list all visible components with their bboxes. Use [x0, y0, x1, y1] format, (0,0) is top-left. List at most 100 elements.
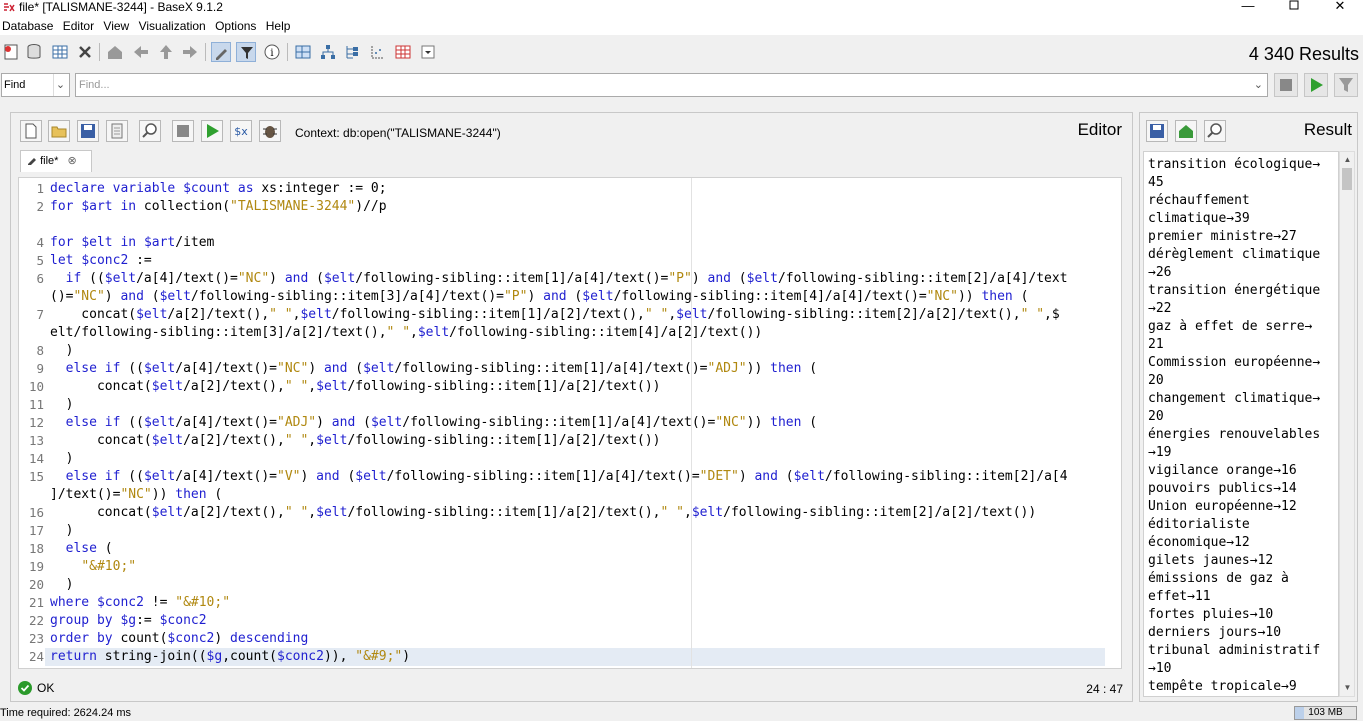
map-view-button[interactable]	[293, 42, 313, 62]
result-line: →26	[1148, 265, 1172, 280]
code-editor[interactable]: 1 2 4 5 6 7 8 9 10 11 12 13 14 15 16 17 18 19 20 21 22 23 24 d…	[18, 177, 1122, 669]
result-line: 20	[1148, 409, 1164, 424]
minimize-button[interactable]: —	[1225, 0, 1271, 17]
result-line: fortes pluies→10	[1148, 607, 1274, 622]
code-line: let $conc2 :=	[50, 253, 152, 268]
code-line: )	[50, 523, 74, 538]
svg-text:$x: $x	[234, 125, 248, 138]
menu-visualization[interactable]: Visualization	[139, 17, 206, 35]
open-file-button[interactable]	[48, 120, 70, 142]
home-result-button[interactable]	[1175, 120, 1197, 142]
code-line: where $conc2 != "&#10;"	[50, 595, 231, 610]
maximize-button[interactable]	[1271, 0, 1317, 17]
chevron-down-icon	[421, 45, 435, 59]
funnel-icon	[241, 47, 253, 59]
menu-editor[interactable]: Editor	[63, 17, 94, 35]
save-result-button[interactable]	[1146, 120, 1168, 142]
line-number: 8	[36, 343, 44, 358]
save-file-button[interactable]	[77, 120, 99, 142]
code-line: elt/following-sibling::item[3]/a[2]/text…	[50, 325, 763, 340]
result-line: 20	[1148, 373, 1164, 388]
variables-button[interactable]: $x	[230, 120, 252, 142]
search-icon	[142, 123, 157, 138]
result-text[interactable]: transition écologique→ 45 réchauffement cli…	[1143, 151, 1339, 697]
window-title: file* [TALISMANE-3244] - BaseX 9.1.2	[19, 0, 223, 14]
stop-icon	[1280, 79, 1292, 91]
code-line: if (($elt/a[4]/text()="NC") and ($elt/fo…	[65, 271, 1068, 286]
code-line: for $elt in $art/item	[50, 235, 215, 250]
line-number-gutter: 1 2 4 5 6 7 8 9 10 11 12 13 14 15 16 17 18 19 20 21 22 23 24	[19, 178, 45, 668]
line-number: 4	[36, 235, 44, 250]
time-required: Time required: 2624.24 ms	[0, 707, 132, 719]
new-file-button[interactable]	[20, 120, 42, 142]
code-line: group by $g:= $conc2	[50, 613, 207, 628]
format-button[interactable]	[106, 120, 128, 142]
open-database-button[interactable]	[24, 42, 44, 62]
scroll-up-icon[interactable]: ▲	[1341, 153, 1354, 167]
code-line: else if (($elt/a[4]/text()="V") and ($el…	[65, 469, 1068, 484]
views-dropdown-button[interactable]	[418, 42, 438, 62]
manage-button[interactable]	[50, 42, 70, 62]
context-label: Context: db:open("TALISMANE-3244")	[295, 126, 501, 140]
stop-icon	[177, 125, 189, 137]
code-line: )	[50, 451, 74, 466]
result-line: éditorialiste	[1148, 517, 1250, 532]
find-mode-select[interactable]: Find ⌄	[1, 73, 70, 97]
grid-icon	[52, 45, 68, 59]
close-tab-icon[interactable]: ⊗	[67, 155, 76, 167]
home-icon	[1179, 125, 1193, 138]
scrollbar-thumb[interactable]	[1342, 168, 1352, 190]
scroll-down-icon[interactable]: ▼	[1341, 681, 1354, 695]
forward-button[interactable]	[180, 42, 200, 62]
info-icon: i	[264, 44, 280, 60]
find-input[interactable]: Find... ⌄	[75, 73, 1268, 97]
result-line: gilets jaunes→12	[1148, 553, 1274, 568]
line-number: 11	[28, 397, 44, 412]
line-number: 13	[28, 433, 44, 448]
back-button[interactable]	[131, 42, 151, 62]
search-button[interactable]	[139, 120, 161, 142]
info-button[interactable]: i	[262, 42, 282, 62]
stop-button[interactable]	[1274, 73, 1298, 97]
search-result-button[interactable]	[1204, 120, 1226, 142]
home-button[interactable]	[105, 42, 125, 62]
new-file-icon	[25, 123, 37, 139]
memory-indicator[interactable]: 103 MB	[1294, 706, 1357, 720]
code-line: )	[50, 397, 74, 412]
tree-view-button[interactable]	[318, 42, 338, 62]
up-button[interactable]	[156, 42, 176, 62]
plot-view-button[interactable]	[368, 42, 388, 62]
folder-view-button[interactable]	[343, 42, 363, 62]
line-number	[20, 216, 44, 234]
chevron-down-icon[interactable]: ⌄	[1254, 74, 1263, 96]
result-line: énergies renouvelables	[1148, 427, 1321, 442]
new-database-button[interactable]	[1, 42, 21, 62]
tab-file-label: file*	[40, 155, 59, 167]
result-title: Result	[1303, 120, 1352, 139]
result-scrollbar[interactable]: ▲ ▼	[1339, 151, 1355, 697]
result-line: vigilance orange→16	[1148, 463, 1297, 478]
svg-text:i: i	[270, 48, 273, 59]
table-view-button[interactable]	[393, 42, 413, 62]
filter-button[interactable]	[211, 42, 231, 62]
debug-button[interactable]	[259, 120, 281, 142]
tab-file[interactable]: file* ⊗	[20, 150, 92, 172]
run-query-button[interactable]	[201, 120, 223, 142]
close-database-button[interactable]	[75, 42, 95, 62]
result-line: économique→12	[1148, 535, 1250, 550]
close-window-button[interactable]: ✕	[1317, 0, 1363, 17]
menu-help[interactable]: Help	[266, 17, 291, 35]
menu-database[interactable]: Database	[2, 17, 53, 35]
chevron-down-icon: ⌄	[53, 74, 67, 96]
filter-active-button[interactable]	[236, 42, 256, 62]
run-button[interactable]	[1304, 73, 1328, 97]
result-line: effet→11	[1148, 589, 1211, 604]
menu-options[interactable]: Options	[215, 17, 256, 35]
menu-view[interactable]: View	[103, 17, 129, 35]
result-toolbar: Result	[1140, 113, 1357, 149]
filter-query-button[interactable]	[1334, 73, 1358, 97]
line-number	[20, 324, 44, 342]
result-line: pouvoirs publics→14	[1148, 481, 1297, 496]
code-line: else if (($elt/a[4]/text()="ADJ") and ($…	[65, 415, 818, 430]
stop-query-button[interactable]	[172, 120, 194, 142]
